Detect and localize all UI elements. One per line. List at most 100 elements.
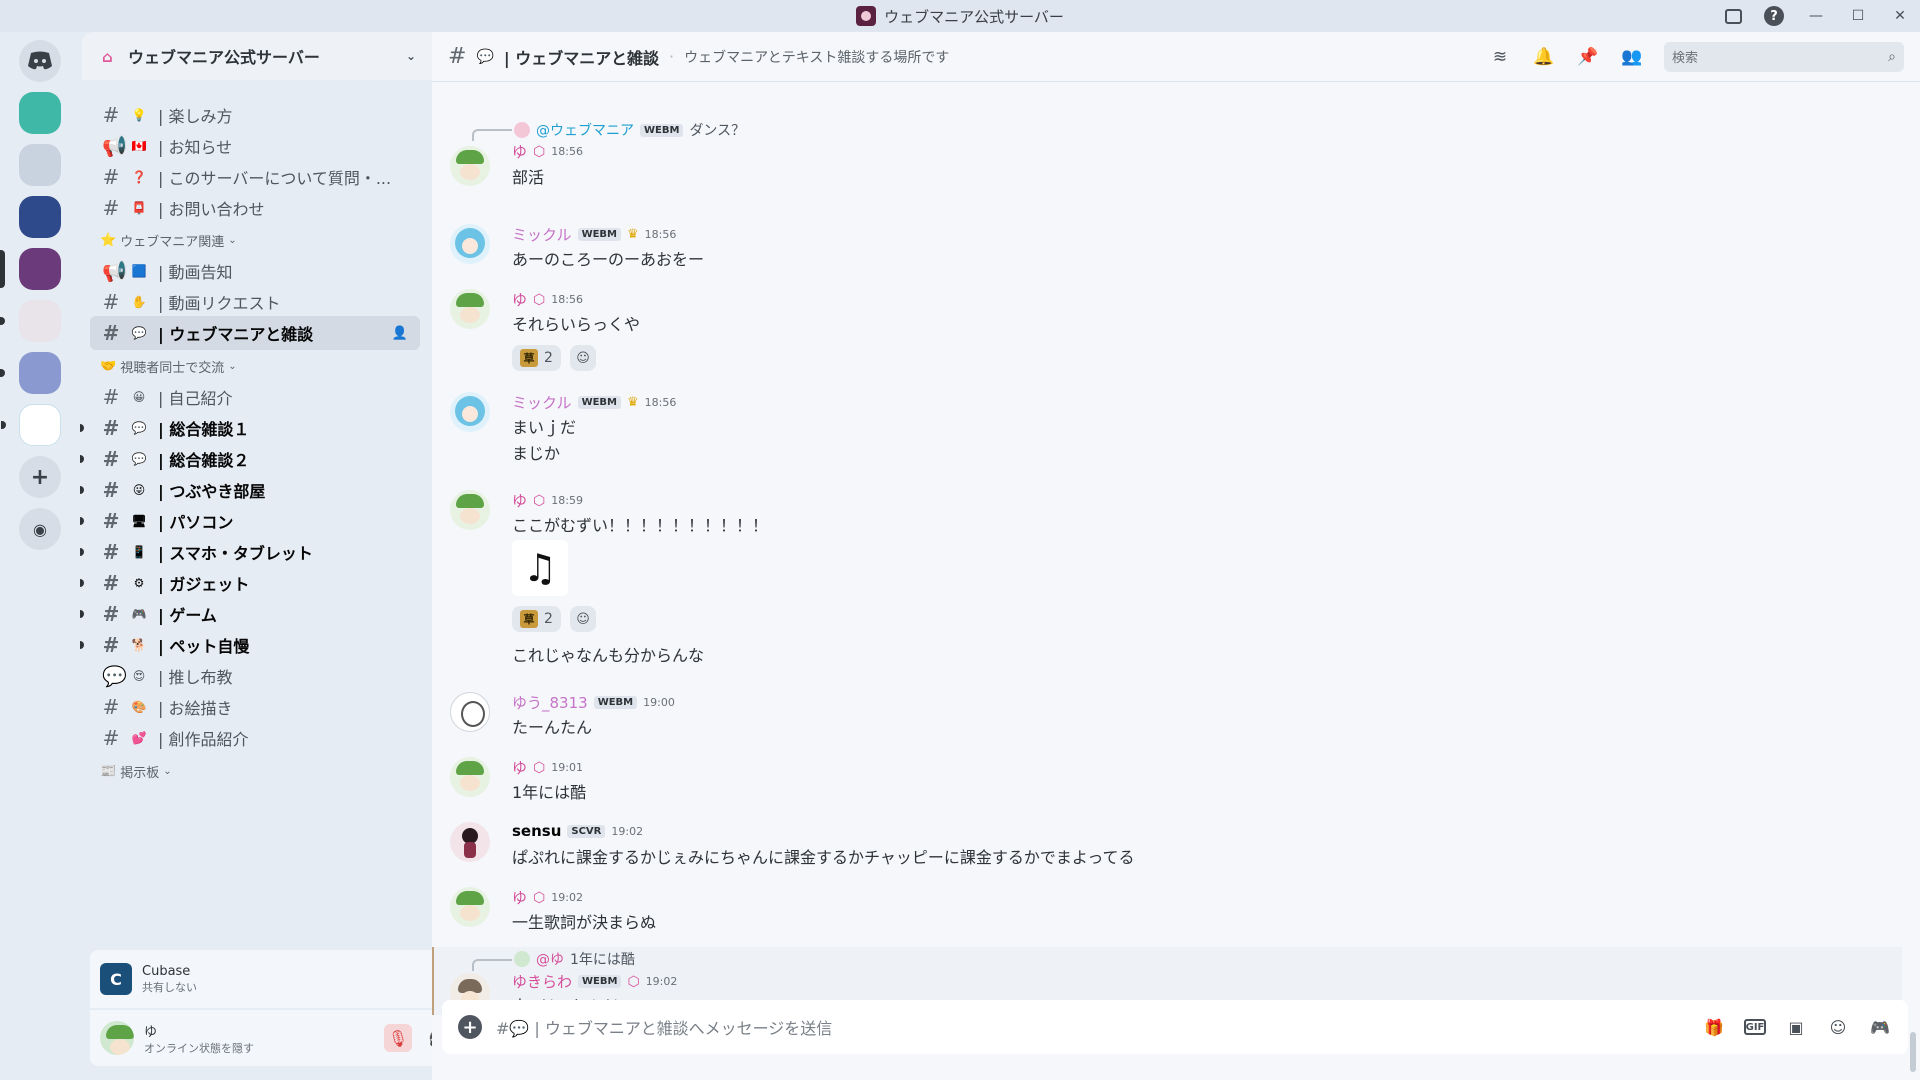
author-name[interactable]: ゆ	[512, 141, 527, 162]
gift-icon[interactable]: 🎁	[1702, 1016, 1726, 1038]
music-note-sticker[interactable]: ♫	[512, 540, 568, 596]
avatar[interactable]	[450, 289, 490, 329]
category-header[interactable]: ⭐ ウェブマニア関連 ⌄	[100, 228, 237, 252]
bell-icon[interactable]: 🔔	[1532, 45, 1556, 69]
server-icon-7[interactable]	[1, 404, 61, 446]
search-input[interactable]: 検索 ⌕	[1664, 41, 1904, 72]
hash-icon: #	[102, 726, 120, 750]
maximize-button[interactable]: ☐	[1848, 6, 1868, 26]
channel-emoji: 😜	[132, 483, 146, 497]
activity-app-name: Cubase	[142, 963, 191, 979]
attach-plus-icon[interactable]: +	[458, 1015, 482, 1039]
author-name[interactable]: ミックル	[512, 392, 572, 413]
add-reaction-icon[interactable]: ☺	[570, 606, 596, 632]
server-icon-webmania[interactable]	[0, 248, 61, 290]
mic-muted-icon[interactable]: 🎙	[384, 1024, 412, 1052]
members-icon[interactable]: 👥	[1620, 45, 1644, 69]
author-name[interactable]: ゆ	[512, 289, 527, 310]
reply-preview[interactable]: @ゆ 1年には酷	[514, 949, 635, 969]
channel-topic: ウェブマニアとテキスト雑談する場所です	[684, 49, 950, 66]
server-icon-3[interactable]	[19, 196, 61, 238]
channel-item[interactable]: # 💬 | 総合雑談２	[80, 442, 420, 476]
message-composer[interactable]: + #💬 | ウェブマニアと雑談へメッセージを送信 🎁 GIF ▣ ☺ 🎮	[442, 1000, 1908, 1054]
message-text: まじか	[512, 444, 561, 463]
inbox-icon[interactable]	[1725, 8, 1742, 24]
author-name[interactable]: ゆ	[512, 757, 527, 778]
channel-item[interactable]: # 🐕 | ペット自慢	[80, 628, 420, 662]
channel-item[interactable]: # ❓ | このサーバーについて質問・...	[90, 160, 420, 194]
avatar[interactable]	[450, 692, 490, 732]
channel-item[interactable]: # 🎨 | お絵描き	[90, 690, 420, 724]
server-icon-5[interactable]	[0, 300, 61, 342]
category-header[interactable]: 📰 掲示板 ⌄	[100, 759, 172, 783]
title-bar: ウェブマニア公式サーバー ? — ☐ ✕	[0, 0, 1920, 32]
reaction[interactable]: 草 2	[512, 345, 561, 371]
hash-icon: #	[102, 571, 120, 595]
help-icon[interactable]: ?	[1764, 6, 1784, 26]
channel-item[interactable]: # ✋ | 動画リクエスト	[90, 285, 420, 319]
avatar[interactable]	[450, 224, 490, 264]
close-button[interactable]: ✕	[1890, 6, 1910, 26]
channel-item[interactable]: # 📮 | お問い合わせ	[90, 191, 420, 225]
hash-icon: #	[102, 103, 120, 127]
emoji-icon[interactable]: ☺	[1826, 1016, 1850, 1038]
activity-gamepad-icon[interactable]: 🎮	[1868, 1016, 1892, 1038]
channel-item[interactable]: # 🎮 | ゲーム	[80, 597, 420, 631]
discover-button[interactable]: ◉	[19, 508, 61, 550]
server-icon-1[interactable]	[19, 92, 61, 134]
channel-item[interactable]: # 💬 | 総合雑談１	[80, 411, 420, 445]
reply-preview[interactable]: @ウェブマニア WEBM ダンス？	[514, 120, 745, 140]
category-header[interactable]: 🤝 視聴者同士で交流 ⌄	[100, 354, 237, 378]
server-header[interactable]: ⌂ ウェブマニア公式サーバー ⌄	[82, 32, 432, 80]
gif-icon[interactable]: GIF	[1744, 1019, 1766, 1035]
author-name[interactable]: ゆきらわ	[512, 971, 572, 992]
channel-item[interactable]: # 🖥 | パソコン	[80, 504, 420, 538]
channel-item[interactable]: # 💕 | 創作品紹介	[90, 721, 420, 755]
badge-icon: ⬡	[627, 973, 640, 990]
channel-item[interactable]: # 📱 | スマホ・タブレット	[80, 535, 420, 569]
add-server-button[interactable]: +	[19, 456, 61, 498]
channel-emoji: 😀	[132, 390, 146, 404]
add-reaction-icon[interactable]: ☺	[570, 345, 596, 371]
channel-item[interactable]: # 😀 | 自己紹介	[90, 380, 420, 414]
message-text: ここがむずい！！！！！！！！！！	[512, 516, 769, 535]
channel-item[interactable]: 📢 🇨🇦 | お知らせ	[90, 129, 420, 163]
avatar[interactable]	[450, 887, 490, 927]
hash-icon: #	[102, 416, 120, 440]
avatar[interactable]	[450, 392, 490, 432]
avatar[interactable]	[450, 822, 490, 862]
channel-sidebar: ⌂ ウェブマニア公式サーバー ⌄ # 💡 | 楽しみ方 📢 🇨🇦 | お知らせ # ❓ | …	[80, 32, 502, 1080]
avatar[interactable]	[100, 1021, 134, 1055]
channel-item[interactable]: # 💡 | 楽しみ方	[90, 98, 420, 132]
channel-item[interactable]: 💬 😍 | 推し布教	[90, 659, 420, 693]
discord-home-button[interactable]	[19, 40, 61, 82]
server-icon-6[interactable]	[0, 352, 61, 394]
invite-icon[interactable]: 👤	[392, 326, 408, 341]
channel-emoji: ✋	[131, 295, 147, 309]
threads-icon[interactable]: ≋	[1488, 45, 1512, 69]
avatar[interactable]	[450, 490, 490, 530]
hash-icon: #	[448, 44, 467, 69]
author-name[interactable]: ゆ	[512, 887, 527, 908]
channel-item[interactable]: # 😜 | つぶやき部屋	[80, 473, 420, 507]
avatar[interactable]	[450, 146, 490, 186]
author-name[interactable]: ゆ	[512, 490, 527, 511]
pin-icon[interactable]: 📌	[1576, 45, 1600, 69]
message: ゆ ⬡ 18:59 ここがむずい！！！！！！！！！！ ♫ 草 2 ☺ これじゃな…	[432, 490, 1902, 680]
minimize-button[interactable]: —	[1806, 6, 1826, 26]
channel-item[interactable]: # ⚙ | ガジェット	[80, 566, 420, 600]
channel-label: | 楽しみ方	[158, 107, 233, 126]
server-icon-2[interactable]	[19, 144, 61, 186]
avatar[interactable]	[450, 757, 490, 797]
channel-item-selected[interactable]: # 💬 | ウェブマニアと雑談 👤	[90, 316, 420, 350]
reaction[interactable]: 草 2	[512, 606, 561, 632]
author-name[interactable]: ミックル	[512, 224, 572, 245]
channel-item[interactable]: 📢 🟦 | 動画告知	[90, 254, 420, 288]
announcement-icon: 📢	[102, 134, 127, 158]
author-name[interactable]: sensu	[512, 822, 561, 840]
scrollbar[interactable]	[1910, 1032, 1916, 1072]
sticker-icon[interactable]: ▣	[1784, 1016, 1808, 1038]
reply-text: ダンス？	[689, 123, 746, 139]
author-name[interactable]: ゆう_8313	[512, 692, 588, 713]
channel-emoji: 📮	[131, 201, 147, 215]
